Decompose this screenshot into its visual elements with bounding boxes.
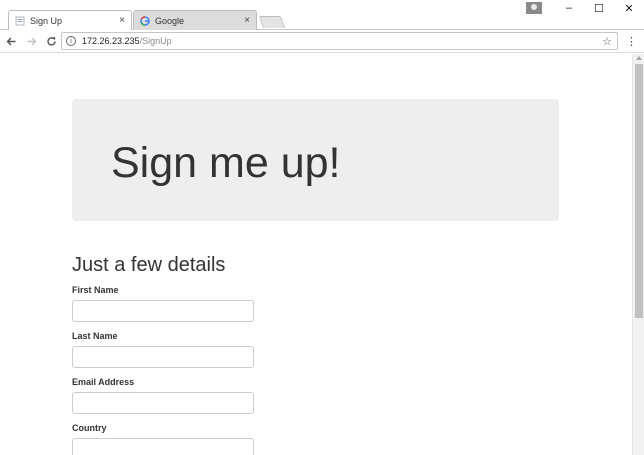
minimize-button[interactable]: – [554,0,584,16]
address-bar[interactable]: i 172.26.23.235/SignUp ☆ [61,32,618,50]
country-label: Country [72,423,107,433]
new-tab-button[interactable] [258,16,286,28]
close-icon[interactable]: × [119,15,125,26]
first-name-group: First Name [72,285,472,322]
tab-strip: Sign Up × Google × – ☐ ✕ [0,0,644,30]
close-icon[interactable]: × [244,15,250,26]
first-name-field[interactable] [72,300,254,322]
email-field[interactable] [72,392,254,414]
reload-icon[interactable] [42,32,60,50]
info-icon[interactable]: i [66,36,76,46]
first-name-label: First Name [72,285,119,295]
forward-arrow-icon[interactable] [22,32,40,50]
sign-up-favicon-icon [15,16,25,25]
bookmark-star-icon[interactable]: ☆ [602,35,612,48]
tab-label: Sign Up [30,15,63,26]
form-heading: Just a few details [72,254,226,276]
tab-sign-up[interactable]: Sign Up × [8,10,132,30]
page-scrollbar[interactable] [632,54,644,455]
country-group: Country [72,423,472,455]
profile-icon[interactable] [526,2,542,14]
country-field[interactable] [72,438,254,455]
scroll-up-arrow-icon[interactable] [636,56,642,60]
signup-form: Just a few details First Name Last Name … [72,254,472,455]
email-label: Email Address [72,377,135,387]
page-title: Sign me up! [111,139,341,187]
browser-toolbar: i 172.26.23.235/SignUp ☆ ⋮ [0,30,644,53]
email-group: Email Address [72,377,472,414]
tab-google[interactable]: Google × [133,10,257,30]
maximize-button[interactable]: ☐ [584,0,614,16]
last-name-label: Last Name [72,331,118,341]
back-arrow-icon[interactable] [2,32,20,50]
tab-label: Google [155,15,185,26]
google-favicon-icon [140,15,150,26]
close-window-button[interactable]: ✕ [614,0,644,16]
url-path: /SignUp [139,36,172,46]
last-name-group: Last Name [72,331,472,368]
jumbotron: Sign me up! [72,99,559,221]
window-controls: – ☐ ✕ [526,0,644,16]
menu-dots-icon[interactable]: ⋮ [626,35,637,48]
url-host: 172.26.23.235 [82,36,140,46]
last-name-field[interactable] [72,346,254,368]
scrollbar-thumb[interactable] [635,64,643,318]
browser-window: Sign Up × Google × – ☐ ✕ i 172.26.23.235… [0,0,644,455]
page-viewport: Sign me up! Just a few details First Nam… [0,54,632,455]
